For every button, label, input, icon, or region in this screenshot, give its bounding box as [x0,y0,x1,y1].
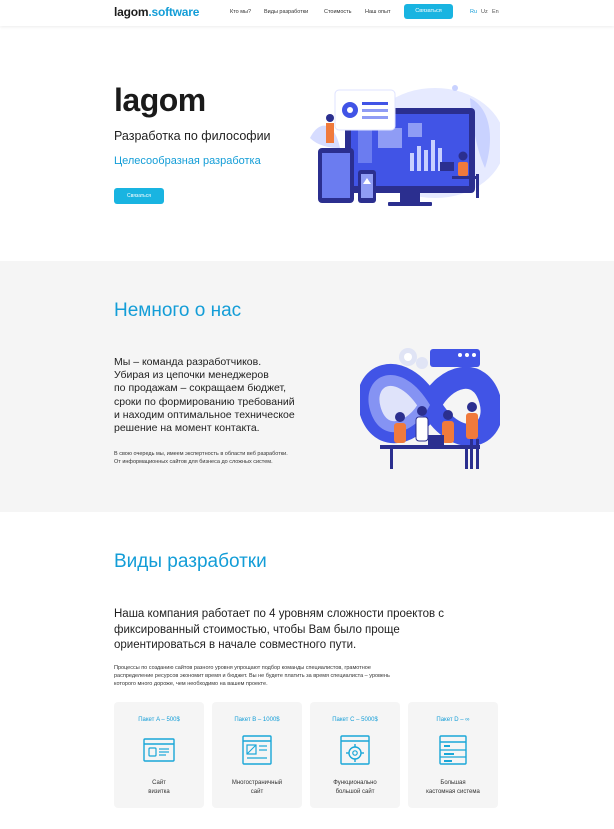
package-title: Пакет D – ∞ [436,717,470,723]
package-label: Сайт визитка [114,779,204,796]
team-illustration [360,348,500,469]
hero-subtitle: Разработка по философии [114,129,271,143]
about-lead-line: сроки по формированию требований [114,395,295,408]
about-lead-line: и находим оптимальное техническое [114,408,295,421]
hero-title: lagom [114,82,206,118]
package-title: Пакет C – 5000$ [332,717,378,723]
about-title: Немного о нас [114,300,242,321]
package-label-line: Большая [440,780,466,786]
package-card-c[interactable]: Пакет C – 5000$ Функционально большой са… [310,702,400,808]
nav-link-about[interactable]: Кто мы? [230,9,251,15]
about-small-line: От информационных сайтов для бизнеса до … [114,459,273,465]
language-ru[interactable]: Ru [470,9,477,15]
package-label-line: Многостраничный [231,780,283,786]
package-label-line: сайт [250,788,264,795]
site-header: lagom.software Кто мы? Виды разработки С… [0,0,614,26]
package-label-line: кастомная система [426,788,480,795]
development-lead-line: Наша компания работает по 4 уровням слож… [114,608,445,620]
development-small-line: распределение ресурсов экономит время и … [114,673,390,679]
functional-site-icon [340,735,370,765]
development-small-line: которого много дороже, чем необходимо на… [114,681,268,687]
package-label: Большая кастомная система [408,779,498,796]
nav-link-experience[interactable]: Наш опыт [365,9,390,15]
business-card-site-icon [143,738,175,762]
about-lead-line: по продажам – сокращаем бюджет, [114,382,287,395]
package-title: Пакет A – 500$ [138,717,180,723]
about-small-text: В свою очередь мы, имеем экспертность в … [114,450,354,466]
about-small-line: В свою очередь мы, имеем экспертность в … [114,451,288,457]
development-small-text: Процессы по созданию сайтов разного уров… [114,664,504,688]
package-label-line: Сайт [152,780,166,786]
development-lead-line: ориентироваться в начале совместного пут… [114,639,357,651]
nav-link-development-types[interactable]: Виды разработки [264,9,308,15]
package-label-line: большой сайт [335,788,375,795]
logo[interactable]: lagom.software [114,5,199,19]
package-card-d[interactable]: Пакет D – ∞ Большая кастомная система [408,702,498,808]
development-lead-line: фиксированный стоимостью, чтобы Вам было… [114,623,400,636]
about-lead-line: решение на момент контакта. [114,422,260,435]
package-title: Пакет B – 1000$ [234,717,280,723]
development-small-line: Процессы по созданию сайтов разного уров… [114,665,371,671]
header-contact-button[interactable]: Связаться [404,4,453,19]
package-label: Функционально большой сайт [310,779,400,796]
language-en[interactable]: En [492,9,499,15]
hero-contact-button[interactable]: Связаться [114,188,164,204]
language-uz[interactable]: Uz [481,9,488,15]
hero-accent-text: Целесообразная разработка [114,155,261,167]
about-lead-text: Мы – команда разработчиков. Убирая из це… [114,356,354,435]
hero-illustration [310,85,500,206]
package-card-a[interactable]: Пакет A – 500$ Сайт визитка [114,702,204,808]
development-lead-text: Наша компания работает по 4 уровням слож… [114,607,504,654]
package-label-line: визитка [148,788,170,795]
custom-system-icon [439,735,467,765]
development-title: Виды разработки [114,551,267,572]
package-label: Многостраничный сайт [212,779,302,796]
nav-link-pricing[interactable]: Стоимость [324,9,352,15]
package-card-b[interactable]: Пакет B – 1000$ Многостраничный сайт [212,702,302,808]
about-lead-line: Мы – команда разработчиков. [114,356,262,368]
logo-accent: .software [148,5,200,19]
multipage-site-icon [242,735,272,765]
about-lead-line: Убирая из цепочки менеджеров [114,369,269,382]
package-label-line: Функционально [333,780,377,786]
logo-main: lagom [114,5,149,19]
